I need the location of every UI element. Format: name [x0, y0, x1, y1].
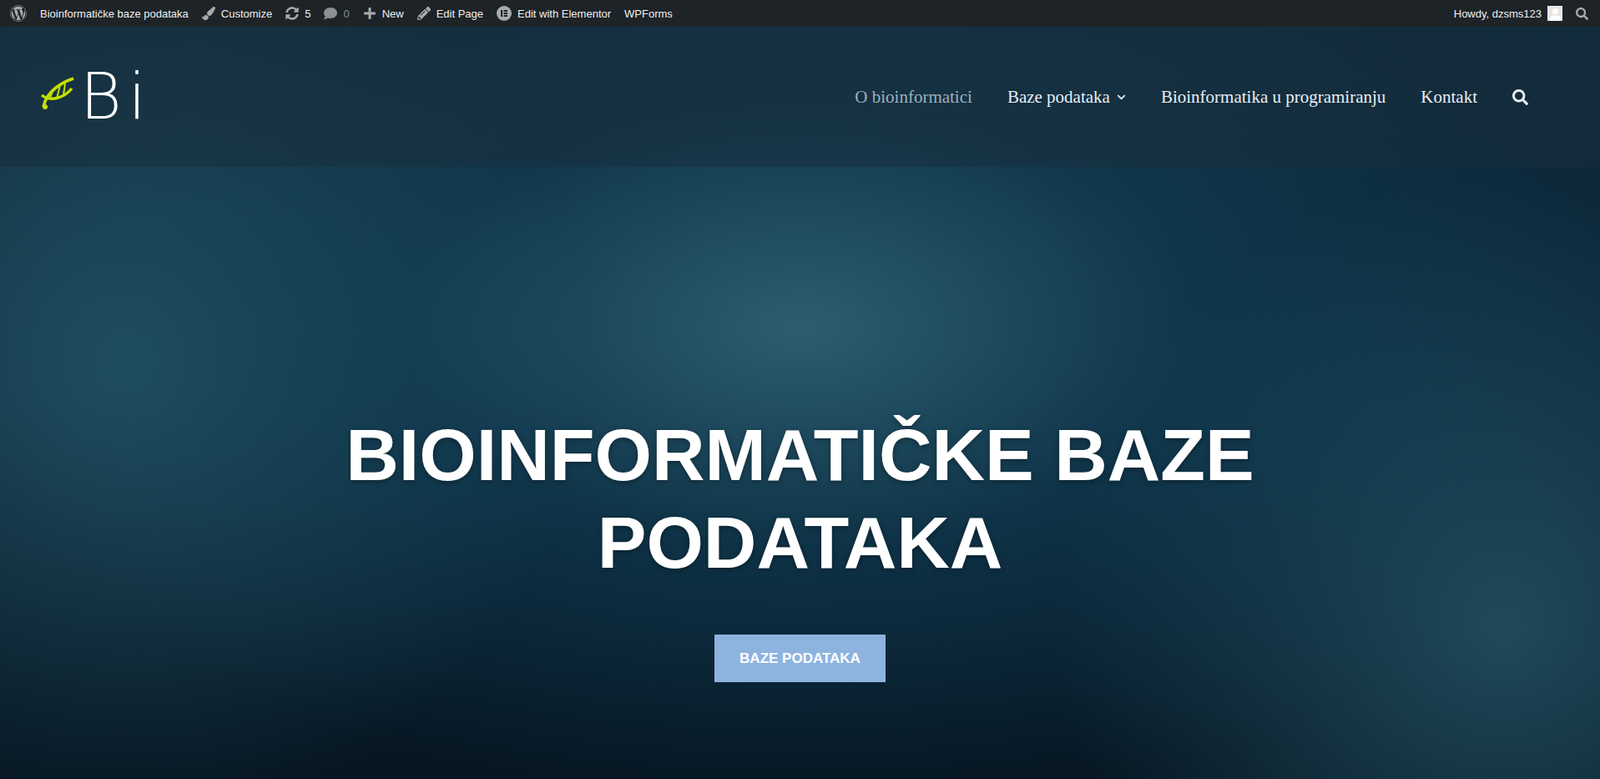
admin-bar-item-comments[interactable]: 0	[317, 0, 356, 27]
admin-bar-item-plain[interactable]: WPForms	[617, 0, 680, 27]
site-logo[interactable]: Bi	[38, 65, 153, 129]
nav-search[interactable]	[1512, 89, 1529, 106]
avatar	[1547, 5, 1563, 21]
hero-button[interactable]: BAZE PODATAKA	[714, 634, 886, 682]
chevron-down-icon	[1116, 92, 1126, 102]
dna-logo-icon	[38, 73, 77, 121]
nav-item[interactable]: Bioinformatika u programiranju	[1160, 86, 1386, 108]
admin-bar-item-elementor[interactable]: Edit with Elementor	[489, 0, 618, 27]
admin-bar-item-new[interactable]: New	[356, 0, 411, 27]
nav-item[interactable]: O bioinformatici	[854, 86, 973, 108]
search-icon	[1575, 7, 1589, 21]
elementor-icon	[496, 5, 512, 21]
site-header: Bi O bioinformatici Baze podataka Bioinform…	[0, 26, 1600, 167]
plus-icon	[363, 6, 377, 21]
wordpress-menu[interactable]	[3, 0, 34, 27]
updates-icon	[285, 6, 299, 21]
admin-bar-left: Bioinformatičke baze podatakaCustomize50…	[3, 0, 680, 27]
admin-search[interactable]	[1569, 0, 1595, 27]
hero-body: BIOINFORMATIČKE BAZE PODATAKA BAZE PODATA…	[0, 166, 1600, 779]
comment-icon	[323, 6, 338, 21]
admin-bar-item-site[interactable]: Bioinformatičke baze podataka	[33, 0, 196, 27]
search-icon	[1512, 89, 1529, 106]
hero: Bi O bioinformatici Baze podataka Bioinform…	[0, 26, 1600, 779]
user-icon	[1549, 8, 1562, 21]
nav-item[interactable]: Kontakt	[1420, 86, 1478, 108]
pencil-icon	[417, 6, 431, 21]
admin-bar-item-edit[interactable]: Edit Page	[410, 0, 490, 27]
nav-item[interactable]: Baze podataka	[1007, 86, 1126, 108]
admin-bar-item-updates[interactable]: 5	[278, 0, 318, 27]
admin-bar: Bioinformatičke baze podatakaCustomize50…	[0, 0, 1600, 27]
admin-bar-right: Howdy, dzsms123	[1447, 0, 1595, 27]
wordpress-icon	[10, 5, 27, 22]
admin-bar-item-customize[interactable]: Customize	[195, 0, 279, 27]
page: Bioinformatičke baze podatakaCustomize50…	[0, 0, 1600, 779]
hero-title: BIOINFORMATIČKE BAZE PODATAKA	[257, 410, 1343, 586]
paintbrush-icon	[201, 6, 216, 21]
main-nav: O bioinformatici Baze podataka Bioinformat…	[854, 86, 1529, 108]
logo-text: Bi	[80, 65, 153, 129]
account-menu[interactable]: Howdy, dzsms123	[1447, 0, 1570, 27]
